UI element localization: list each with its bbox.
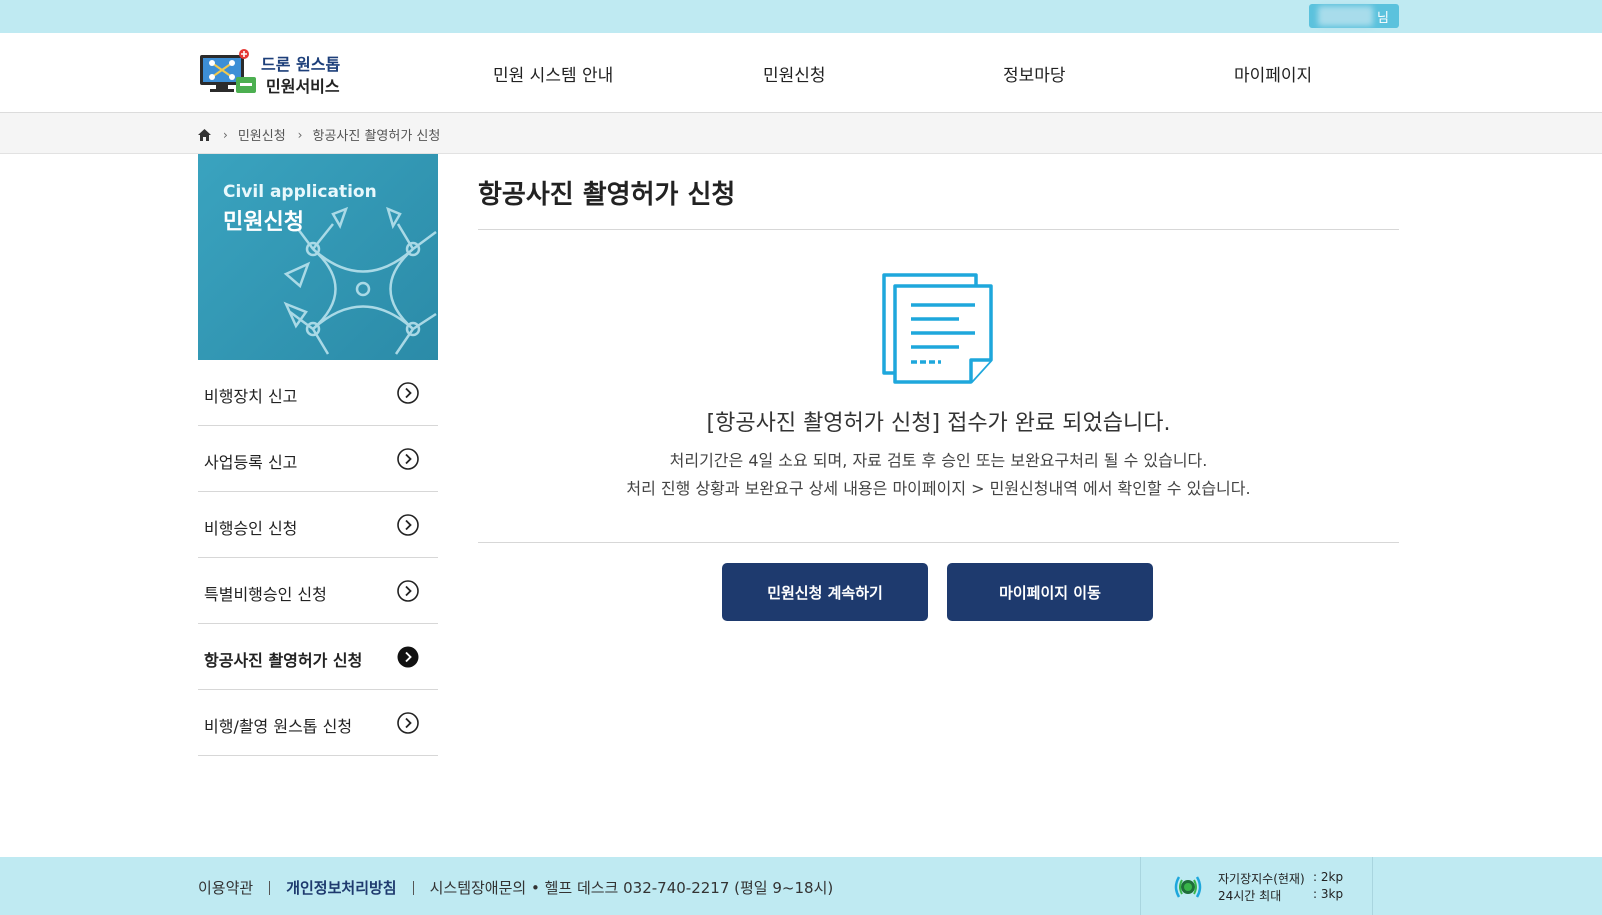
side-item-aircraft-report[interactable]: 비행장치 신고 [198, 360, 438, 426]
completion-message: [항공사진 촬영허가 신청] 접수가 완료 되었습니다. [706, 411, 1171, 436]
side-item-onestop-application[interactable]: 비행/촬영 원스톱 신청 [198, 690, 438, 756]
user-badge[interactable]: 님 [1309, 4, 1399, 28]
go-mypage-button[interactable]: 마이페이지 이동 [947, 563, 1153, 621]
top-bar: 님 [0, 0, 1602, 33]
title-divider [478, 229, 1399, 230]
side-item-label: 사업등록 신고 [204, 453, 298, 472]
header: 드론 원스톱 민원서비스 민원 시스템 안내 민원신청 정보마당 마이페이지 [0, 33, 1602, 113]
circle-chevron-right-icon [397, 448, 419, 470]
footer-terms-link[interactable]: 이용약관 [198, 877, 253, 898]
side-item-business-register[interactable]: 사업등록 신고 [198, 426, 438, 492]
side-item-label: 비행승인 신청 [204, 519, 298, 538]
footer-links: 이용약관 개인정보처리방침 시스템장애문의 • 헬프 데스크 032-740-2… [198, 877, 833, 898]
footer-divider [269, 880, 271, 895]
site-logo[interactable]: 드론 원스톱 민원서비스 [198, 49, 348, 99]
processing-info-line1: 처리기간은 4일 소요 되며, 자료 검토 후 승인 또는 보완요구처리 될 수… [669, 451, 1208, 470]
kp-index-widget: 자기장지수(현재) : 2kp 24시간 최대 : 3kp [1140, 857, 1373, 915]
breadcrumb-level2[interactable]: 항공사진 촬영허가 신청 [312, 125, 440, 144]
continue-application-button[interactable]: 민원신청 계속하기 [722, 563, 928, 621]
footer-support-info: 시스템장애문의 • 헬프 데스크 032-740-2217 (평일 9~18시) [429, 879, 834, 897]
circle-chevron-right-icon [397, 514, 419, 536]
breadcrumb-separator-icon: › [297, 127, 303, 142]
footer-privacy-link[interactable]: 개인정보처리방침 [286, 877, 396, 898]
side-item-label: 비행/촬영 원스톱 신청 [204, 717, 353, 736]
magnetic-field-icon [1174, 876, 1202, 898]
kp-max-label: 24시간 최대 [1218, 889, 1282, 903]
processing-info-line2: 처리 진행 상황과 보완요구 상세 내용은 마이페이지 > 민원신청내역 에서 … [626, 479, 1251, 498]
nav-system-guide[interactable]: 민원 시스템 안내 [493, 61, 613, 86]
side-item-aerial-photo-permit[interactable]: 항공사진 촬영허가 신청 [198, 624, 438, 690]
logo-title-line1: 드론 원스톱 [261, 55, 341, 74]
footer: 이용약관 개인정보처리방침 시스템장애문의 • 헬프 데스크 032-740-2… [0, 857, 1602, 915]
circle-chevron-right-filled-icon [397, 646, 419, 668]
kp-max-value: : 3kp [1313, 887, 1344, 901]
document-complete-icon [882, 273, 993, 384]
content-divider [478, 542, 1399, 543]
page-title: 항공사진 촬영허가 신청 [478, 180, 736, 210]
circle-chevron-right-icon [397, 712, 419, 734]
side-item-special-flight-approval[interactable]: 특별비행승인 신청 [198, 558, 438, 624]
home-icon[interactable] [198, 128, 211, 141]
breadcrumb-bar: › 민원신청 › 항공사진 촬영허가 신청 [0, 113, 1602, 154]
side-item-label: 특별비행승인 신청 [204, 585, 327, 604]
nav-civil-application[interactable]: 민원신청 [763, 61, 826, 86]
user-name-redacted [1318, 6, 1373, 26]
breadcrumb: › 민원신청 › 항공사진 촬영허가 신청 [198, 125, 440, 144]
side-banner: Civil application 민원신청 [198, 154, 438, 360]
breadcrumb-separator-icon: › [223, 127, 228, 142]
footer-divider [412, 880, 414, 895]
nav-mypage[interactable]: 마이페이지 [1234, 61, 1312, 86]
side-banner-ko: 민원신청 [223, 210, 304, 235]
side-menu: 비행장치 신고 사업등록 신고 비행승인 신청 특별비행승인 신청 항공사진 촬… [198, 360, 438, 756]
circle-chevron-right-icon [397, 382, 419, 404]
kp-current-value: : 2kp [1313, 870, 1344, 884]
side-banner-en: Civil application [223, 182, 377, 202]
circle-chevron-right-icon [397, 580, 419, 602]
nav-info-board[interactable]: 정보마당 [1003, 61, 1066, 86]
side-item-label: 비행장치 신고 [204, 387, 298, 406]
side-item-label: 항공사진 촬영허가 신청 [204, 651, 363, 670]
logo-title-line2: 민원서비스 [266, 77, 340, 96]
drone-monitor-logo-icon [200, 49, 256, 93]
user-suffix: 님 [1377, 10, 1389, 26]
side-item-flight-approval[interactable]: 비행승인 신청 [198, 492, 438, 558]
kp-current-label: 자기장지수(현재) [1218, 872, 1305, 886]
breadcrumb-level1[interactable]: 민원신청 [238, 125, 286, 144]
